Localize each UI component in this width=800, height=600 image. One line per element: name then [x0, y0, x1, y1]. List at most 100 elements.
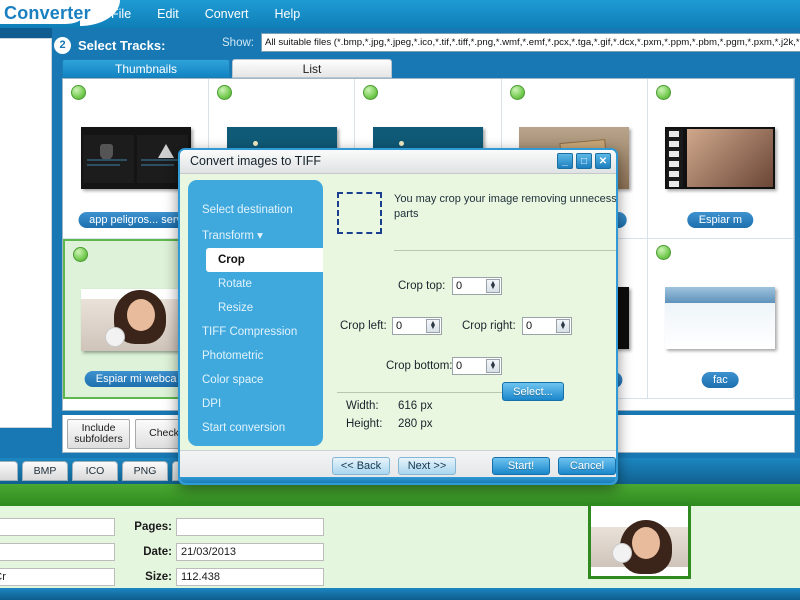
crop-bottom-label: Crop bottom: — [386, 360, 453, 372]
crop-right-input[interactable]: 0 ▲ ▼ — [522, 317, 572, 335]
left-rail-panel — [0, 38, 52, 428]
dialog-title: Convert images to TIFF — [190, 154, 322, 168]
thumbnail-image — [665, 287, 776, 349]
maximize-icon[interactable]: □ — [576, 153, 592, 169]
crop-top-label: Crop top: — [398, 280, 446, 292]
step-number-badge: 2 — [54, 36, 71, 54]
thumbnail-image — [80, 127, 191, 189]
preview-thumbnail — [588, 503, 691, 579]
info-pages-label: Pages: — [134, 521, 172, 533]
dialog-nav-resize[interactable]: Resize — [188, 296, 323, 320]
crop-right-stepper[interactable]: ▲ ▼ — [556, 319, 570, 333]
convert-dialog: Convert images to TIFF _ □ ✕ Select dest… — [178, 148, 618, 485]
dialog-main-pane: You may crop your image removing unneces… — [332, 180, 616, 446]
app-brand-title: Converter — [4, 3, 91, 23]
thumbnail-image — [665, 127, 776, 189]
dialog-window-buttons: _ □ ✕ — [557, 153, 611, 169]
back-button[interactable]: << Back — [332, 457, 390, 475]
crop-hint-text: You may crop your image removing unneces… — [394, 193, 618, 220]
status-dot-icon — [363, 85, 379, 100]
thumbnail-item[interactable]: fac — [647, 239, 794, 399]
menu-bar: File Edit Convert Help — [108, 0, 303, 28]
step-title: Select Tracks: — [78, 37, 166, 53]
dialog-body: Select destination Transform ▾ Crop Rotate R… — [180, 174, 616, 450]
dialog-bottom-strip — [180, 477, 616, 483]
dialog-nav-tiff-compression[interactable]: TIFF Compression — [188, 320, 323, 344]
status-dot-icon — [655, 85, 671, 100]
format-tab-ico[interactable]: ICO — [72, 461, 118, 481]
thumbnail-caption: Espiar m — [687, 212, 754, 228]
crop-top-stepper[interactable]: ▲ ▼ — [486, 279, 500, 293]
info-compression-field[interactable]: JPG) YCbCr — [0, 568, 115, 586]
dialog-nav-dpi[interactable]: DPI — [188, 392, 323, 416]
thumbnail-caption: fac — [702, 372, 739, 388]
format-tab-png[interactable]: PNG — [122, 461, 168, 481]
crop-icon — [337, 192, 382, 234]
preview-webcam-art — [591, 519, 688, 574]
format-tab-partial[interactable] — [0, 461, 18, 481]
crop-left-input[interactable]: 0 ▲ ▼ — [392, 317, 442, 335]
info-filename-field[interactable]: cam.jpg — [0, 518, 115, 536]
minimize-icon[interactable]: _ — [557, 153, 573, 169]
info-date-field[interactable]: 21/03/2013 — [176, 543, 324, 561]
dialog-nav-select-destination[interactable]: Select destination — [188, 198, 323, 222]
crop-right-label: Crop right: — [462, 320, 516, 332]
crop-top-input[interactable]: 0 ▲ ▼ — [452, 277, 502, 295]
crop-bottom-input[interactable]: 0 ▲ ▼ — [452, 357, 502, 375]
preview-image — [591, 519, 688, 574]
thumbnail-caption: app peligros... serv — [78, 212, 194, 228]
status-dot-icon — [73, 247, 88, 262]
dialog-nav-color-space[interactable]: Color space — [188, 368, 323, 392]
menu-item-convert[interactable]: Convert — [202, 5, 252, 23]
dialog-nav-photometric[interactable]: Photometric — [188, 344, 323, 368]
dialog-nav-start-conversion[interactable]: Start conversion — [188, 416, 323, 440]
show-filter-label: Show: — [222, 37, 254, 49]
tab-thumbnails[interactable]: Thumbnails — [62, 59, 230, 78]
crop-left-label: Crop left: — [340, 320, 387, 332]
thumbnail-image — [81, 289, 192, 351]
info-date-label: Date: — [143, 546, 172, 558]
start-button[interactable]: Start! — [492, 457, 550, 475]
thumbnail-art — [665, 287, 776, 349]
menu-item-file[interactable]: File — [108, 5, 134, 23]
status-dot-icon — [71, 85, 86, 100]
show-filter-input[interactable]: All suitable files (*.bmp,*.jpg,*.jpeg,*… — [261, 33, 800, 52]
close-icon[interactable]: ✕ — [595, 153, 611, 169]
crop-left-stepper[interactable]: ▲ ▼ — [426, 319, 440, 333]
left-rail-cap — [0, 28, 52, 38]
thumbnail-item[interactable]: Espiar m — [647, 79, 794, 239]
thumbnail-art — [81, 289, 192, 351]
dialog-nav-crop[interactable]: Crop — [206, 248, 323, 272]
dialog-step-nav: Select destination Transform ▾ Crop Rotate R… — [188, 180, 323, 446]
select-button[interactable]: Select... — [502, 382, 564, 401]
dialog-nav-rotate[interactable]: Rotate — [188, 272, 323, 296]
step-header: 2 Select Tracks: Show: All suitable file… — [54, 32, 800, 58]
crop-bottom-stepper[interactable]: ▲ ▼ — [486, 359, 500, 373]
thumbnail-art — [80, 127, 191, 189]
format-tab-bmp[interactable]: BMP — [22, 461, 68, 481]
width-value: 616 px — [398, 400, 433, 412]
status-dot-icon — [655, 245, 671, 260]
window-footer — [0, 588, 800, 600]
thumbnail-art — [665, 127, 776, 189]
menu-item-help[interactable]: Help — [271, 5, 303, 23]
info-size-field[interactable]: 112.438 — [176, 568, 324, 586]
status-dot-icon — [509, 85, 525, 100]
application-window: Converter File Edit Convert Help 2 Selec… — [0, 0, 800, 600]
app-titlebar: Converter File Edit Convert Help — [0, 0, 800, 28]
height-label: Height: — [346, 418, 383, 430]
width-label: Width: — [346, 400, 379, 412]
status-dot-icon — [217, 85, 233, 100]
view-tabs: Thumbnails List — [62, 59, 795, 78]
info-pages-field[interactable] — [176, 518, 324, 536]
dialog-nav-transform[interactable]: Transform ▾ — [188, 222, 323, 248]
divider-bottom — [337, 392, 502, 393]
include-subfolders-button[interactable]: Include subfolders — [67, 419, 130, 449]
menu-item-edit[interactable]: Edit — [154, 5, 182, 23]
tab-list[interactable]: List — [232, 59, 392, 78]
dialog-titlebar: Convert images to TIFF _ □ ✕ — [180, 150, 616, 174]
divider-top — [394, 250, 616, 251]
cancel-button[interactable]: Cancel — [558, 457, 616, 475]
next-button[interactable]: Next >> — [398, 457, 456, 475]
info-colormode-field[interactable]: ueColor — [0, 543, 115, 561]
